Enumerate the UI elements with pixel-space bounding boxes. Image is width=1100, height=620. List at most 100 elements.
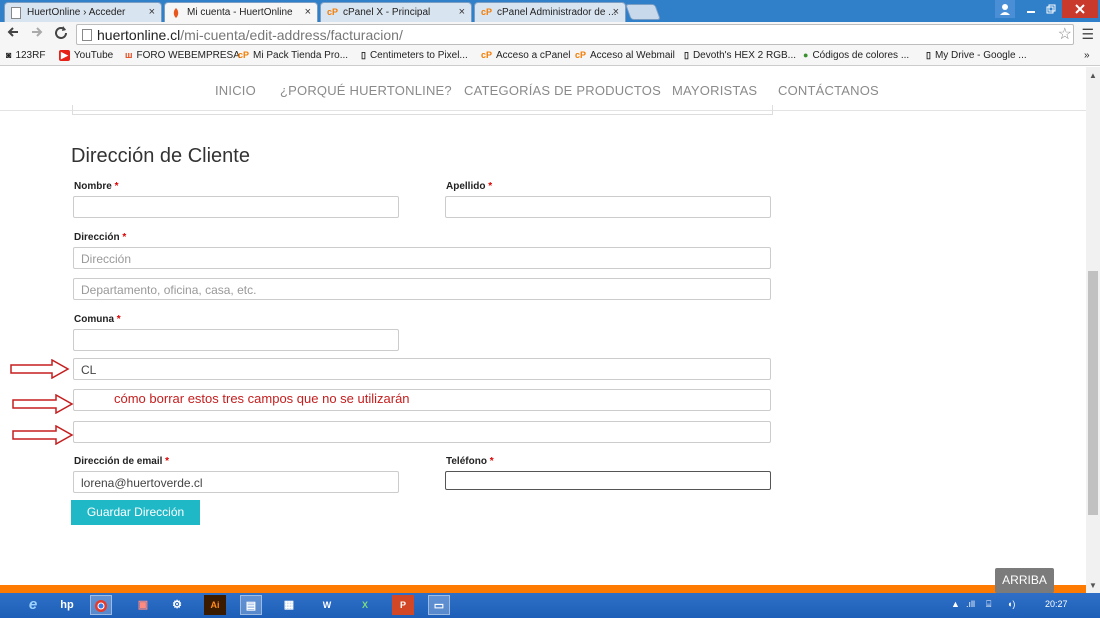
country-field[interactable]: CL [73,358,771,380]
bookmark-mi-pack[interactable]: cP Mi Pack Tienda Pro... [238,50,348,61]
tray-expand-icon[interactable]: ▲ [951,599,960,609]
nav-porque-huertonline[interactable]: ¿PORQUÉ HUERTONLINE? [280,83,452,98]
telefono-field[interactable] [445,471,771,490]
page-scrollbar[interactable]: ▲ ▼ [1086,67,1100,593]
scroll-down-icon[interactable]: ▼ [1089,581,1097,590]
network-icon[interactable]: ⌸ [986,599,991,610]
annotation-note: cómo borrar estos tres campos que no se … [114,391,410,406]
network-tool-icon[interactable]: ⚙ [166,595,188,615]
back-arrow-icon[interactable] [6,25,20,44]
apellido-field[interactable] [445,196,771,218]
address-bar[interactable]: huertonline.cl/mi-cuenta/edit-address/fa… [76,24,1074,45]
bookmark-label: Mi Pack Tienda Pro... [253,50,349,61]
signal-icon: .ıll [966,599,975,609]
bookmark-foro-webempresa[interactable]: ш FORO WEBEMPRESA [125,50,240,61]
powerpoint-icon[interactable]: P [392,595,414,615]
nombre-field[interactable] [73,196,399,218]
red-arrow-icon [12,394,74,414]
tab-mi-cuenta[interactable]: Mi cuenta - HuertOnline × [164,2,318,22]
file-explorer-icon[interactable]: ▤ [240,595,262,615]
bookmark-codigos-colores[interactable]: ● Códigos de colores ... [803,50,909,61]
bookmark-acceso-cpanel[interactable]: cP Acceso a cPanel [481,50,571,61]
bookmark-123rf[interactable]: ◙ 123RF [6,50,45,61]
calculator-icon[interactable]: ▦ [278,595,300,615]
apellido-label: Apellido * [446,181,493,192]
scrollbar-thumb[interactable] [1088,271,1098,515]
user-icon[interactable] [995,0,1015,18]
word-icon[interactable]: W [316,595,338,615]
tab-label: HuertOnline › Acceder [27,7,126,18]
new-tab-button[interactable] [625,4,661,20]
chrome-icon[interactable] [90,595,112,615]
volume-icon[interactable]: ◖) [1007,599,1015,609]
page-title: Dirección de Cliente [71,145,250,167]
page-icon: ▯ [684,50,689,60]
windows-taskbar: e hp ▣ ⚙ Ai ▤ ▦ W X P ▭ ▲ .ıll ⌸ ◖) 20:2… [0,593,1100,618]
forward-arrow-icon[interactable] [30,25,44,44]
minimize-icon[interactable] [1020,0,1042,18]
bookmark-label: Devoth's HEX 2 RGB... [692,50,797,61]
internet-explorer-icon[interactable]: e [22,595,44,615]
bookmark-youtube[interactable]: ▶ YouTube [59,50,113,61]
tab-label: Mi cuenta - HuertOnline [187,7,293,18]
tab-cpanel-principal[interactable]: cP cPanel X - Principal × [320,2,472,22]
bookmark-label: Centimeters to Pixel... [369,50,468,61]
browser-toolbar: huertonline.cl/mi-cuenta/edit-address/fa… [0,22,1100,46]
excel-icon[interactable]: X [354,595,376,615]
image-viewer-icon[interactable]: ▣ [132,595,154,615]
person-icon: ◙ [6,50,12,60]
bookmark-devoths[interactable]: ▯ Devoth's HEX 2 RGB... [684,50,796,61]
bookmark-webmail[interactable]: cP Acceso al Webmail [575,50,675,61]
save-address-button[interactable]: Guardar Dirección [71,500,200,525]
bookmark-centimeters[interactable]: ▯ Centimeters to Pixel... [361,50,468,61]
previous-section-box [72,105,773,115]
comuna-field[interactable] [73,329,399,351]
back-to-top-button[interactable]: ARRIBA [995,568,1054,593]
bookmark-label: YouTube [73,50,114,61]
menu-icon[interactable]: ☰ [1081,26,1094,43]
red-arrow-icon [12,425,74,445]
cpanel-icon: cP [481,50,493,60]
url-domain: huertonline.cl [97,27,181,43]
bookmarks-bar: ◙ 123RF ▶ YouTube ш FORO WEBEMPRESA cP Mi Pa… [0,46,1100,66]
direccion-field[interactable]: Dirección [73,247,771,269]
comuna-label: Comuna * [74,314,121,325]
nav-inicio[interactable]: INICIO [215,83,256,98]
bookmark-label: Códigos de colores ... [812,50,910,61]
bookmark-label: FORO WEBEMPRESA [136,50,240,61]
cpanel-icon: cP [327,7,339,17]
scroll-up-icon[interactable]: ▲ [1089,71,1097,80]
illustrator-icon[interactable]: Ai [204,595,226,615]
nav-categorias[interactable]: CATEGORÍAS DE PRODUCTOS [464,83,661,98]
restore-icon[interactable] [1042,0,1060,18]
url-path: /mi-cuenta/edit-address/facturacion/ [180,27,403,43]
huertonline-icon [171,7,182,19]
cpanel-icon: cP [238,50,250,60]
unused-field-2[interactable] [73,421,771,443]
remote-desktop-icon[interactable]: ▭ [428,595,450,615]
footer-bar [0,585,1086,593]
close-window-icon[interactable] [1062,0,1098,18]
close-icon[interactable]: × [149,6,155,18]
bookmarks-more[interactable]: » [1084,50,1090,61]
nav-mayoristas[interactable]: MAYORISTAS [672,83,757,98]
tab-cpanel-administrador[interactable]: cP cPanel Administrador de ... × [474,2,626,22]
page-icon [82,29,92,41]
close-icon[interactable]: × [305,6,311,18]
close-icon[interactable]: × [459,6,465,18]
bookmark-label: Acceso a cPanel [496,50,571,61]
email-field[interactable]: lorena@huertoverde.cl [73,471,399,493]
bookmark-my-drive[interactable]: ▯ My Drive - Google ... [926,50,1027,61]
red-arrow-icon [10,359,70,379]
direccion2-field[interactable]: Departamento, oficina, casa, etc. [73,278,771,300]
tab-huertonline-acceder[interactable]: HuertOnline › Acceder × [4,2,162,22]
bookmark-label: Acceso al Webmail [590,50,675,61]
nombre-label: Nombre * [74,181,119,192]
clock[interactable]: 20:27 [1045,599,1068,609]
close-icon[interactable]: × [613,6,619,18]
cpanel-icon: cP [481,7,493,17]
bookmark-star-icon[interactable]: ☆ [1058,24,1072,44]
nav-contactanos[interactable]: CONTÁCTANOS [778,83,879,98]
reload-icon[interactable] [54,25,68,44]
hp-icon[interactable]: hp [56,595,78,615]
